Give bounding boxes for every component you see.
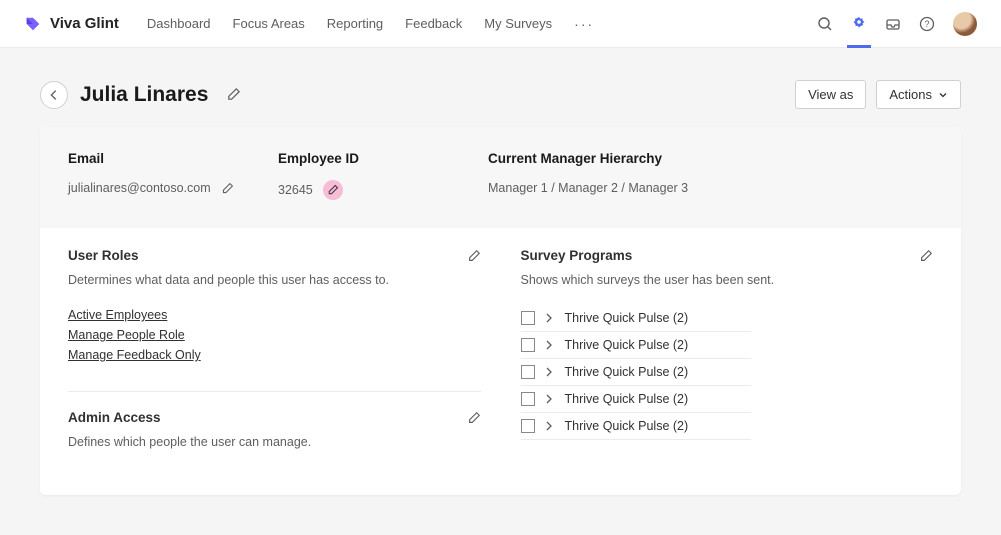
brand[interactable]: Viva Glint: [24, 15, 119, 33]
hierarchy-value: Manager 1 / Manager 2 / Manager 3: [488, 181, 688, 195]
page-title: Julia Linares: [80, 83, 208, 107]
edit-email-icon[interactable]: [221, 182, 234, 195]
chevron-right-icon[interactable]: [545, 394, 555, 404]
avatar[interactable]: [953, 12, 977, 36]
survey-item: Thrive Quick Pulse (2): [521, 386, 751, 413]
brand-logo-icon: [24, 15, 42, 33]
survey-checkbox[interactable]: [521, 392, 535, 406]
page-header: Julia Linares View as Actions: [40, 80, 961, 109]
field-empid: Employee ID 32645: [278, 151, 478, 200]
empid-label: Employee ID: [278, 151, 478, 166]
admin-access-desc: Defines which people the user can manage…: [68, 435, 481, 449]
survey-checkbox[interactable]: [521, 419, 535, 433]
inbox-icon[interactable]: [885, 16, 901, 32]
nav-link-dashboard[interactable]: Dashboard: [147, 16, 211, 31]
user-roles-title: User Roles: [68, 248, 139, 263]
survey-checkbox[interactable]: [521, 311, 535, 325]
chevron-right-icon[interactable]: [545, 421, 555, 431]
survey-item: Thrive Quick Pulse (2): [521, 332, 751, 359]
role-link-active-employees[interactable]: Active Employees: [68, 305, 167, 325]
survey-checkbox[interactable]: [521, 338, 535, 352]
user-roles-desc: Determines what data and people this use…: [68, 273, 481, 287]
admin-access-panel: Admin Access Defines which people the us…: [68, 391, 481, 449]
edit-empid-icon[interactable]: [323, 180, 343, 200]
actions-button[interactable]: Actions: [876, 80, 961, 109]
topbar: Viva Glint Dashboard Focus Areas Reporti…: [0, 0, 1001, 48]
surveys-desc: Shows which surveys the user has been se…: [521, 273, 934, 287]
topbar-icons: ?: [817, 12, 977, 36]
back-button[interactable]: [40, 81, 68, 109]
nav-link-my-surveys[interactable]: My Surveys: [484, 16, 552, 31]
edit-roles-icon[interactable]: [467, 249, 481, 263]
user-roles-panel: User Roles Determines what data and peop…: [68, 248, 481, 365]
survey-name: Thrive Quick Pulse (2): [565, 365, 689, 379]
edit-title-icon[interactable]: [226, 87, 241, 102]
survey-name: Thrive Quick Pulse (2): [565, 392, 689, 406]
nav-link-feedback[interactable]: Feedback: [405, 16, 462, 31]
actions-label: Actions: [889, 87, 932, 102]
nav-link-focus-areas[interactable]: Focus Areas: [233, 16, 305, 31]
chevron-right-icon[interactable]: [545, 367, 555, 377]
view-as-label: View as: [808, 87, 853, 102]
survey-checkbox[interactable]: [521, 365, 535, 379]
view-as-button[interactable]: View as: [795, 80, 866, 109]
role-link-manage-people[interactable]: Manage People Role: [68, 325, 185, 345]
survey-item: Thrive Quick Pulse (2): [521, 413, 751, 440]
chevron-down-icon: [938, 90, 948, 100]
nav-link-reporting[interactable]: Reporting: [327, 16, 383, 31]
lower-panels: User Roles Determines what data and peop…: [40, 228, 961, 495]
hierarchy-label: Current Manager Hierarchy: [488, 151, 933, 166]
profile-block: Email julialinares@contoso.com Employee …: [40, 127, 961, 228]
nav-more-icon[interactable]: ···: [574, 16, 594, 32]
svg-text:?: ?: [924, 19, 929, 29]
chevron-right-icon[interactable]: [545, 340, 555, 350]
survey-programs-panel: Survey Programs Shows which surveys the …: [521, 248, 934, 467]
survey-name: Thrive Quick Pulse (2): [565, 311, 689, 325]
profile-card: Email julialinares@contoso.com Employee …: [40, 127, 961, 495]
page: Julia Linares View as Actions Email juli…: [0, 48, 1001, 535]
header-actions: View as Actions: [795, 80, 961, 109]
surveys-title: Survey Programs: [521, 248, 633, 263]
empid-value: 32645: [278, 183, 313, 197]
help-icon[interactable]: ?: [919, 16, 935, 32]
search-icon[interactable]: [817, 16, 833, 32]
survey-name: Thrive Quick Pulse (2): [565, 419, 689, 433]
role-link-manage-feedback[interactable]: Manage Feedback Only: [68, 345, 201, 365]
survey-item: Thrive Quick Pulse (2): [521, 359, 751, 386]
chevron-right-icon[interactable]: [545, 313, 555, 323]
field-email: Email julialinares@contoso.com: [68, 151, 268, 200]
email-label: Email: [68, 151, 268, 166]
field-hierarchy: Current Manager Hierarchy Manager 1 / Ma…: [488, 151, 933, 200]
survey-list: Thrive Quick Pulse (2) Thrive Quick Puls…: [521, 305, 934, 440]
settings-icon[interactable]: [851, 16, 867, 32]
survey-name: Thrive Quick Pulse (2): [565, 338, 689, 352]
admin-access-title: Admin Access: [68, 410, 161, 425]
survey-item: Thrive Quick Pulse (2): [521, 305, 751, 332]
left-column: User Roles Determines what data and peop…: [68, 248, 481, 467]
edit-surveys-icon[interactable]: [919, 249, 933, 263]
brand-name: Viva Glint: [50, 15, 119, 32]
nav-links: Dashboard Focus Areas Reporting Feedback…: [147, 16, 594, 32]
edit-admin-icon[interactable]: [467, 411, 481, 425]
email-value: julialinares@contoso.com: [68, 181, 211, 195]
